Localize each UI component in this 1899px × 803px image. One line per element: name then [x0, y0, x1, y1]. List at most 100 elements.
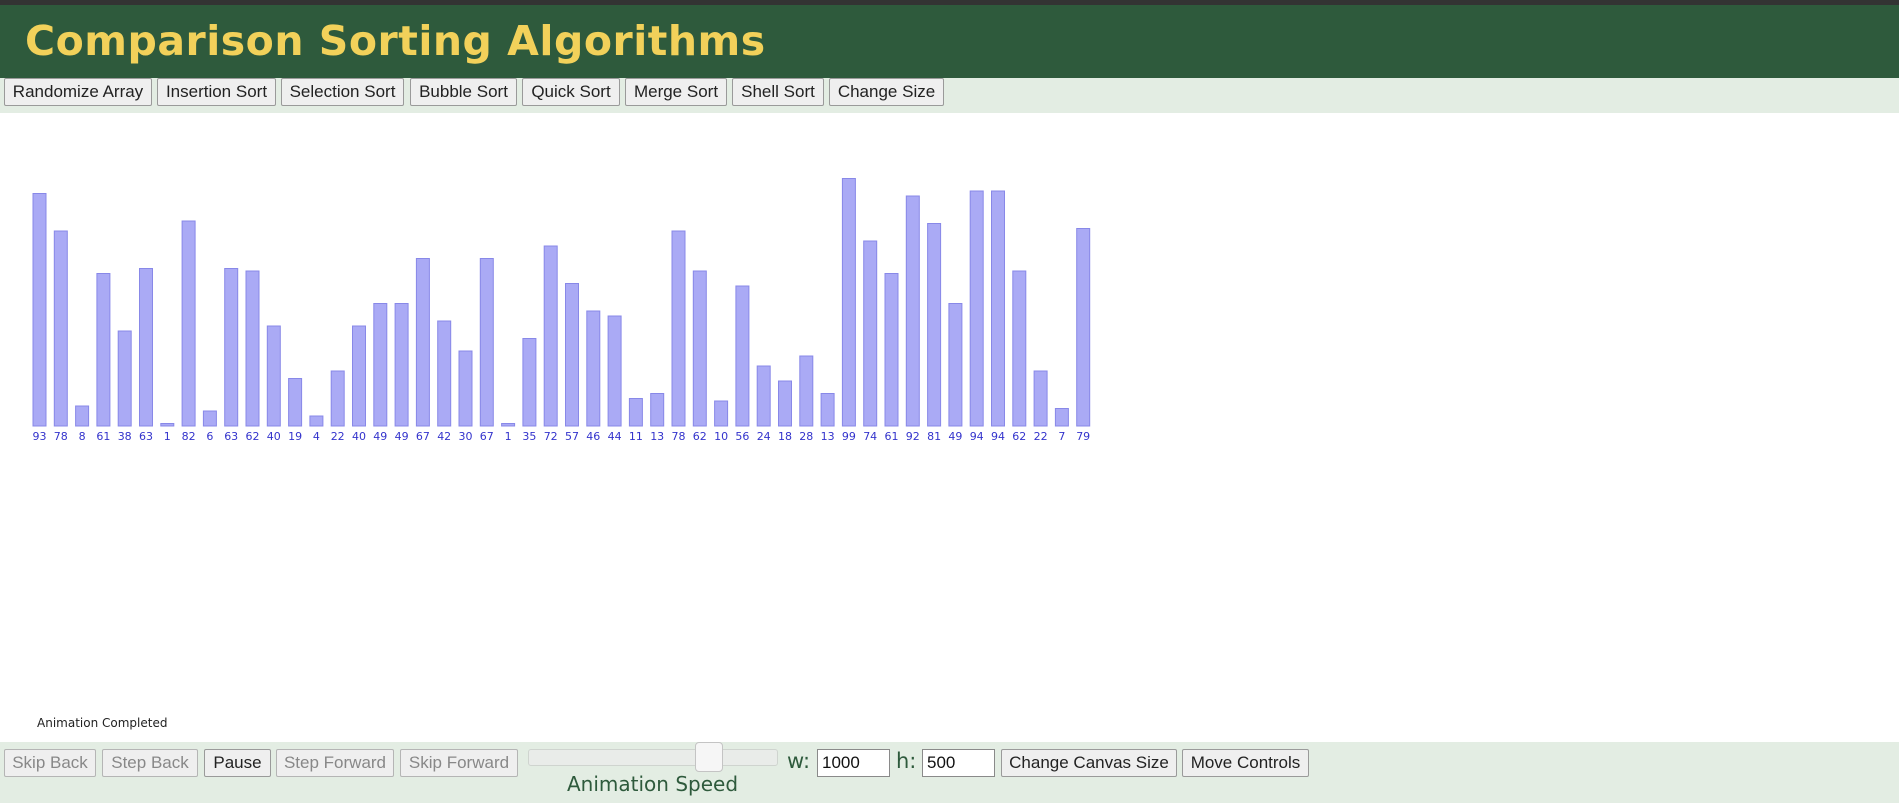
step-back-button[interactable]: Step Back — [102, 749, 198, 777]
bubble-sort-button[interactable]: Bubble Sort — [410, 78, 517, 106]
array-bar-label: 13 — [650, 430, 664, 443]
animation-speed-slider-thumb[interactable] — [694, 742, 723, 772]
skip-back-button[interactable]: Skip Back — [4, 749, 96, 777]
array-bar — [394, 303, 409, 427]
array-bar — [160, 423, 175, 427]
array-bar-label: 63 — [224, 430, 238, 443]
array-bar-label: 62 — [693, 430, 707, 443]
array-bar — [991, 190, 1005, 427]
array-bar — [1033, 370, 1048, 427]
canvas-height-label: h: — [896, 749, 917, 773]
array-bar-label: 82 — [182, 430, 196, 443]
array-bar — [884, 273, 899, 427]
array-bar — [202, 410, 217, 427]
array-bar-label: 11 — [629, 430, 643, 443]
array-bar — [288, 378, 303, 427]
array-bar-label: 44 — [608, 430, 622, 443]
array-bar — [650, 393, 665, 427]
array-bar-label: 49 — [373, 430, 387, 443]
array-bar-label: 49 — [395, 430, 409, 443]
array-bar-label: 38 — [118, 430, 132, 443]
array-bar — [969, 190, 984, 427]
page-title: Comparison Sorting Algorithms — [25, 17, 766, 65]
array-bar — [53, 230, 68, 427]
change-canvas-size-button[interactable]: Change Canvas Size — [1001, 749, 1177, 777]
array-bar-label: 61 — [96, 430, 110, 443]
pause-button[interactable]: Pause — [204, 749, 271, 777]
array-bar — [522, 338, 537, 427]
array-bar-label: 62 — [246, 430, 260, 443]
shell-sort-button[interactable]: Shell Sort — [732, 78, 824, 106]
array-bar-label: 81 — [927, 430, 941, 443]
array-bar-label: 40 — [267, 430, 281, 443]
array-bar — [692, 270, 707, 427]
array-bar-label: 1 — [505, 430, 512, 443]
array-bar-label: 19 — [288, 430, 302, 443]
array-bar — [373, 303, 388, 427]
array-bar-label: 67 — [416, 430, 430, 443]
array-bar-label: 67 — [480, 430, 494, 443]
array-bar-label: 56 — [735, 430, 749, 443]
array-bar — [1076, 228, 1091, 427]
array-bar — [501, 423, 516, 427]
array-bar — [607, 315, 622, 427]
array-bar-label: 22 — [331, 430, 345, 443]
array-bar-label: 1 — [164, 430, 171, 443]
array-bar-label: 18 — [778, 430, 792, 443]
skip-forward-button[interactable]: Skip Forward — [400, 749, 518, 777]
array-bar — [75, 405, 90, 427]
move-controls-button[interactable]: Move Controls — [1182, 749, 1309, 777]
array-bar — [266, 325, 281, 427]
array-bar — [224, 268, 239, 427]
selection-sort-button[interactable]: Selection Sort — [281, 78, 404, 106]
change-size-button[interactable]: Change Size — [829, 78, 944, 106]
array-bar-label: 30 — [459, 430, 473, 443]
merge-sort-button[interactable]: Merge Sort — [625, 78, 727, 106]
array-bar-label: 62 — [1012, 430, 1026, 443]
array-bar — [671, 230, 686, 427]
array-bar — [309, 415, 324, 427]
array-bar-label: 63 — [139, 430, 153, 443]
array-bar — [778, 380, 792, 427]
array-bar — [927, 223, 942, 427]
array-bar-label: 78 — [672, 430, 686, 443]
array-bar — [905, 195, 920, 427]
array-bar — [586, 310, 601, 427]
insertion-sort-button[interactable]: Insertion Sort — [157, 78, 276, 106]
array-bar — [841, 178, 856, 427]
array-bar-label: 46 — [586, 430, 600, 443]
array-bar — [863, 240, 878, 427]
animation-speed-slider[interactable] — [528, 749, 778, 766]
array-bar — [117, 330, 132, 427]
array-bar-label: 61 — [885, 430, 899, 443]
array-bar — [415, 258, 430, 427]
array-bar-label: 8 — [79, 430, 86, 443]
step-forward-button[interactable]: Step Forward — [276, 749, 394, 777]
array-bar — [139, 268, 153, 427]
array-bar — [543, 245, 558, 427]
array-bar — [437, 320, 452, 427]
array-bar-label: 74 — [863, 430, 877, 443]
array-bar — [948, 303, 963, 427]
array-bar-label: 72 — [544, 430, 558, 443]
array-bar — [330, 370, 345, 427]
array-bar-label: 94 — [991, 430, 1005, 443]
array-bar-chart: 93 78 8 61 38 63 1 82 6 63 62 40 19 4 22 40 49 49 67 42 30 67… — [32, 178, 1091, 443]
array-bar-label: 94 — [970, 430, 984, 443]
animation-speed-label: Animation Speed — [567, 772, 739, 796]
animation-status: Animation Completed — [37, 716, 168, 730]
randomize-array-button[interactable]: Randomize Array — [4, 78, 152, 106]
canvas-height-input[interactable] — [922, 749, 995, 777]
array-bar — [1054, 408, 1069, 427]
page-header: Comparison Sorting Algorithms — [0, 5, 1899, 78]
array-bar-label: 22 — [1034, 430, 1048, 443]
array-bar-label: 28 — [799, 430, 813, 443]
array-bar — [820, 393, 835, 427]
quick-sort-button[interactable]: Quick Sort — [522, 78, 620, 106]
array-bar — [735, 285, 750, 427]
canvas-width-input[interactable] — [817, 749, 890, 777]
array-bar-label: 99 — [842, 430, 856, 443]
array-bar — [799, 355, 814, 427]
array-bar — [756, 365, 771, 427]
array-bar — [181, 220, 196, 427]
